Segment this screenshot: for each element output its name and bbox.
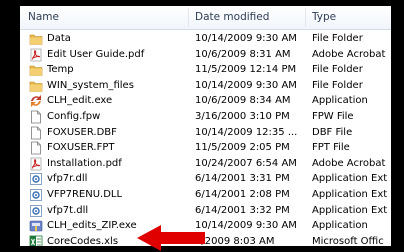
file-date-modified: 10/14/2009 9:30 AM xyxy=(195,79,297,91)
file-icon xyxy=(29,110,43,124)
file-row[interactable]: WIN_system_files 10/14/2009 9:30 AM File F… xyxy=(20,78,391,94)
column-header-name[interactable]: Name xyxy=(28,11,59,23)
file-type: FPW File xyxy=(312,111,354,122)
file-name: FOXUSER.FPT xyxy=(47,142,115,154)
file-name: Config.fpw xyxy=(47,111,101,122)
column-divider[interactable] xyxy=(188,8,189,27)
column-header-bar: Name Date modified Type xyxy=(20,6,391,30)
file-type: File Folder xyxy=(312,79,363,91)
file-date-modified: 10/6/2009 8:34 AM xyxy=(195,95,291,107)
file-type: Application xyxy=(312,220,368,232)
file-name: Edit User Guide.pdf xyxy=(47,48,145,60)
file-row[interactable]: CoreCodes.xls 8/2009 8:03 AM Microsoft Off… xyxy=(20,234,391,246)
file-date-modified: 6/14/2001 2:08 PM xyxy=(195,189,290,200)
file-type: Adobe Acrobat xyxy=(312,48,386,60)
file-icon xyxy=(29,141,43,155)
red-arrow-annotation xyxy=(137,225,205,251)
file-row[interactable]: Temp 11/5/2009 12:14 PM File Folder xyxy=(20,62,391,78)
file-list-pane: Name Date modified Type Data 10/14/2009 9… xyxy=(20,6,391,246)
file-row[interactable]: Data 10/14/2009 9:30 AM File Folder xyxy=(20,31,391,47)
file-row[interactable]: VFP7RENU.DLL 6/14/2001 2:08 PM Application… xyxy=(20,187,391,203)
folder-icon xyxy=(29,79,43,93)
file-row[interactable]: Edit User Guide.pdf 10/6/2009 8:31 AM Adob… xyxy=(20,47,391,63)
folder-icon xyxy=(29,32,43,46)
file-type: Application Ext xyxy=(312,173,388,185)
file-icon xyxy=(29,126,43,140)
file-row[interactable]: CLH_edits_ZIP.exe 10/14/2009 9:30 AM Appli… xyxy=(20,218,391,234)
file-date-modified: 10/6/2009 8:31 AM xyxy=(195,48,291,60)
file-row[interactable]: FOXUSER.DBF 10/14/2009 12:35 ... DBF File xyxy=(20,125,391,141)
file-date-modified: 3/16/2000 3:10 PM xyxy=(195,111,290,122)
dll-icon xyxy=(29,172,43,186)
file-type: Adobe Acrobat xyxy=(312,157,386,169)
file-type: File Folder xyxy=(312,64,363,76)
file-name: FOXUSER.DBF xyxy=(47,126,117,138)
file-name: VFP7RENU.DLL xyxy=(47,189,123,200)
file-name: vfp7t.dll xyxy=(47,204,89,216)
file-row[interactable]: Config.fpw 3/16/2000 3:10 PM FPW File xyxy=(20,109,391,125)
file-date-modified: 10/24/2007 6:54 AM xyxy=(195,157,297,169)
file-row[interactable]: vfp7t.dll 6/14/2001 3:32 PM Application Ex… xyxy=(20,203,391,219)
excel-icon xyxy=(29,235,43,246)
column-header-date-modified[interactable]: Date modified xyxy=(195,11,269,23)
file-type: DBF File xyxy=(312,126,353,138)
file-row[interactable]: FOXUSER.FPT 11/5/2009 2:05 PM FPT File xyxy=(20,140,391,156)
column-header-type[interactable]: Type xyxy=(312,11,336,23)
file-name: Installation.pdf xyxy=(47,157,122,169)
file-type: Application Ext xyxy=(312,204,388,216)
file-date-modified: 8/2009 8:03 AM xyxy=(195,235,275,246)
file-name: Temp xyxy=(47,64,74,76)
file-date-modified: 6/14/2001 3:31 PM xyxy=(195,173,290,185)
file-name: vfp7r.dll xyxy=(47,173,88,185)
file-date-modified: 10/14/2009 12:35 ... xyxy=(195,126,298,138)
folder-icon xyxy=(29,63,43,77)
file-type: Microsoft Offic xyxy=(312,235,384,246)
file-type: FPT File xyxy=(312,142,350,154)
file-date-modified: 6/14/2001 3:32 PM xyxy=(195,204,290,216)
zip-exe-icon xyxy=(29,219,43,233)
file-type: Application Ext xyxy=(312,189,388,200)
dll-icon xyxy=(29,188,43,202)
pdf-icon xyxy=(29,48,43,62)
file-type: Application xyxy=(312,95,368,107)
file-date-modified: 11/5/2009 2:05 PM xyxy=(195,142,290,154)
file-date-modified: 10/14/2009 9:30 AM xyxy=(195,220,297,232)
file-name: WIN_system_files xyxy=(47,79,134,91)
file-name: Data xyxy=(47,33,71,44)
app-icon xyxy=(29,94,43,108)
file-row[interactable]: Installation.pdf 10/24/2007 6:54 AM Adobe … xyxy=(20,156,391,172)
file-date-modified: 11/5/2009 12:14 PM xyxy=(195,64,297,76)
file-row[interactable]: CLH_edit.exe 10/6/2009 8:34 AM Application xyxy=(20,93,391,109)
file-date-modified: 10/14/2009 9:30 AM xyxy=(195,33,297,44)
column-divider[interactable] xyxy=(305,8,306,27)
dll-icon xyxy=(29,204,43,218)
file-type: File Folder xyxy=(312,33,363,44)
pdf-icon xyxy=(29,157,43,171)
file-row[interactable]: vfp7r.dll 6/14/2001 3:31 PM Application Ex… xyxy=(20,171,391,187)
file-name: CLH_edit.exe xyxy=(47,95,113,107)
